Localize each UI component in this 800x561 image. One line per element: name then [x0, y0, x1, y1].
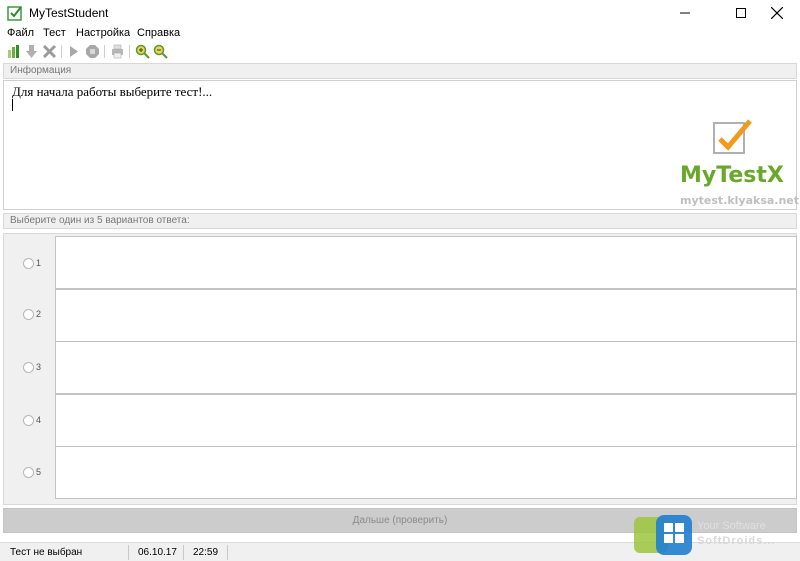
stop-icon[interactable] [85, 44, 100, 59]
answer-number: 1 [36, 258, 42, 268]
question-text: Для начала работы выберите тест!... [12, 84, 213, 99]
answer-row: 1 [4, 236, 798, 289]
text-caret [12, 99, 13, 111]
answers-header: Выберите один из 5 вариантов ответа: [3, 213, 797, 229]
answer-radio-5[interactable] [23, 467, 34, 478]
download-icon[interactable] [24, 44, 39, 59]
toolbar-separator [61, 45, 62, 58]
app-check-icon [7, 6, 22, 21]
play-icon[interactable] [66, 44, 81, 59]
watermark-line1: Your Software [697, 520, 766, 532]
minimize-button[interactable] [662, 0, 708, 26]
info-header: Информация [3, 63, 797, 79]
open-test-icon[interactable] [6, 44, 21, 59]
zoom-in-icon[interactable] [135, 44, 150, 59]
status-separator [128, 545, 129, 560]
answer-row: 3 [4, 341, 798, 394]
menu-settings[interactable]: Настройка [76, 26, 130, 40]
status-date: 06.10.17 [138, 547, 177, 558]
status-separator [183, 545, 184, 560]
answer-radio-2[interactable] [23, 309, 34, 320]
watermark-line2: SoftDroids... [697, 535, 776, 547]
menu-file[interactable]: Файл [7, 26, 34, 40]
answer-radio-3[interactable] [23, 362, 34, 373]
answers-area: 1 2 3 4 5 [3, 233, 797, 505]
status-time: 22:59 [193, 547, 219, 558]
answer-row: 4 [4, 394, 798, 447]
mytestx-logo-check-icon [713, 119, 752, 154]
title-bar: MyTestStudent [0, 0, 800, 26]
window-title: MyTestStudent [29, 6, 109, 20]
menu-test[interactable]: Тест [43, 26, 66, 40]
print-icon[interactable] [110, 44, 125, 59]
answer-row: 5 [4, 446, 798, 499]
question-text-area[interactable]: Для начала работы выберите тест!... MyTe… [3, 80, 800, 210]
minimize-icon [680, 12, 690, 14]
answer-box-5[interactable] [55, 446, 797, 499]
close-button[interactable] [754, 0, 800, 26]
status-test: Тест не выбран [10, 547, 83, 558]
mytestx-logo-text: MyTestX [680, 163, 784, 188]
toolbar [0, 42, 800, 62]
menu-bar: Файл Тест Настройка Справка [0, 26, 800, 42]
answer-box-3[interactable] [55, 341, 797, 394]
toolbar-separator [129, 45, 130, 58]
answer-number: 4 [36, 415, 42, 425]
toolbar-separator [104, 45, 105, 58]
maximize-icon [736, 8, 746, 18]
zoom-out-icon[interactable] [153, 44, 168, 59]
answer-radio-1[interactable] [23, 258, 34, 269]
answer-box-4[interactable] [55, 394, 797, 447]
delete-icon[interactable] [42, 44, 57, 59]
answer-row: 2 [4, 289, 798, 342]
answer-number: 2 [36, 309, 42, 319]
answer-radio-4[interactable] [23, 415, 34, 426]
status-separator [227, 545, 228, 560]
answer-number: 3 [36, 362, 42, 372]
answer-box-2[interactable] [55, 289, 797, 342]
answer-number: 5 [36, 467, 42, 477]
menu-help[interactable]: Справка [137, 26, 180, 40]
close-icon [771, 7, 783, 19]
mytestx-logo-url: mytest.klyaksa.net [680, 194, 800, 207]
answer-box-1[interactable] [55, 236, 797, 289]
